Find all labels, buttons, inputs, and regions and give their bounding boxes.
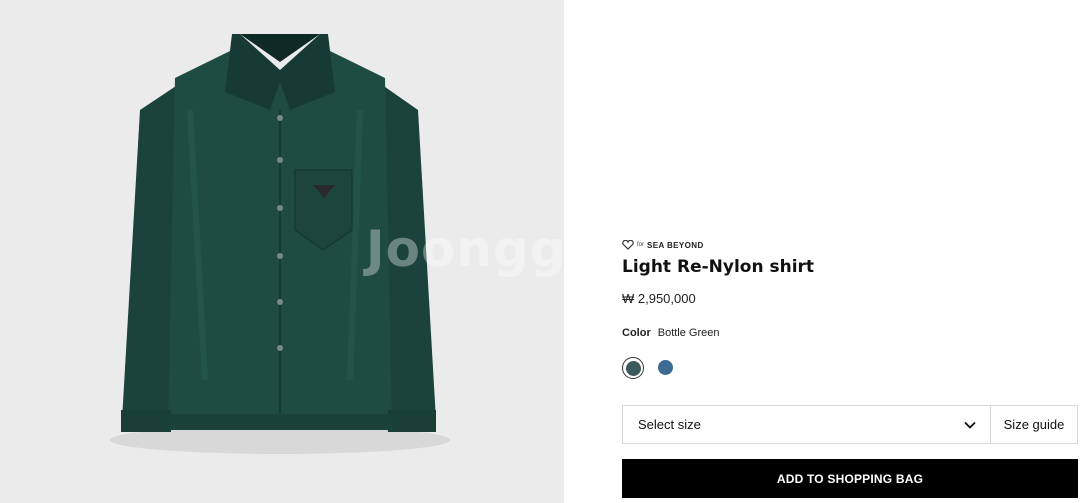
size-guide-link[interactable]: Size guide bbox=[991, 406, 1077, 443]
sea-beyond-badge: for SEA BEYOND bbox=[622, 239, 704, 251]
heart-icon bbox=[622, 240, 634, 250]
watermark: Joongg bbox=[366, 220, 564, 278]
product-image-panel[interactable]: Joongg bbox=[0, 0, 564, 503]
brand-tag: SEA BEYOND bbox=[647, 240, 704, 250]
product-price: ₩ 2,950,000 bbox=[622, 291, 696, 306]
add-to-bag-button[interactable]: ADD TO SHOPPING BAG bbox=[622, 459, 1078, 498]
color-label: Color bbox=[622, 327, 651, 339]
chevron-down-icon bbox=[964, 421, 976, 429]
brand-for: for bbox=[637, 242, 645, 248]
size-row: Select size Size guide bbox=[622, 405, 1078, 444]
color-value: Bottle Green bbox=[657, 327, 720, 339]
size-select-label: Select size bbox=[638, 417, 701, 432]
product-title: Light Re-Nylon shirt bbox=[622, 257, 815, 277]
color-row: Color Bottle Green bbox=[622, 327, 720, 339]
size-select[interactable]: Select size bbox=[623, 406, 991, 443]
color-swatch-blue[interactable] bbox=[658, 360, 673, 375]
color-swatch-bottle-green[interactable] bbox=[622, 357, 644, 379]
swatch-dot bbox=[625, 360, 641, 376]
